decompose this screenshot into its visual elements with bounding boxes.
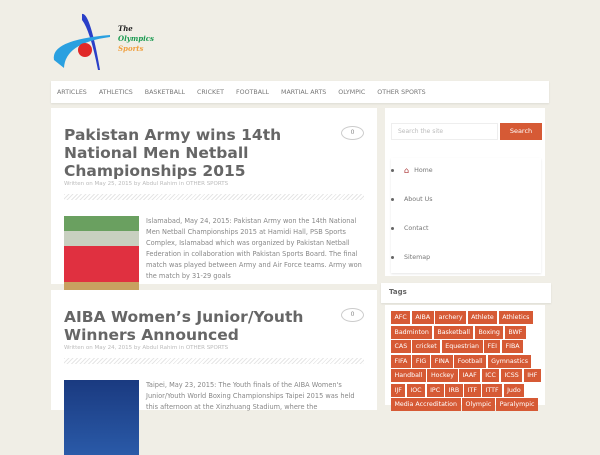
post-card: AIBA Women’s Junior/Youth Winners Announ… bbox=[51, 290, 377, 455]
tag-link[interactable]: Athletics bbox=[498, 311, 533, 324]
comment-count-bubble[interactable]: 0 bbox=[341, 126, 364, 140]
page-links: ⌂ Home About Us Contact Sitemap bbox=[391, 158, 541, 273]
tag-link[interactable]: ICSS bbox=[500, 369, 523, 382]
tag-link[interactable]: Judo bbox=[503, 383, 525, 397]
logo-text: The Olympics Sports bbox=[118, 24, 154, 53]
post-meta: Written on May 24, 2015 by Abdul Rahim i… bbox=[64, 345, 229, 351]
bullet bbox=[391, 198, 394, 201]
post-meta: Written on May 25, 2015 by Abdul Rahim i… bbox=[64, 181, 229, 187]
post-thumbnail[interactable] bbox=[64, 216, 139, 291]
nav-cricket[interactable]: CRICKET bbox=[197, 89, 224, 96]
tag-link[interactable]: IRB bbox=[445, 383, 463, 397]
tag-link[interactable]: IOC bbox=[406, 383, 426, 397]
site-logo[interactable]: The Olympics Sports bbox=[50, 10, 190, 70]
tag-link[interactable]: Badminton bbox=[391, 325, 433, 339]
search-input[interactable]: Search the site bbox=[391, 123, 498, 140]
tag-link[interactable]: Basketball bbox=[433, 325, 474, 339]
tag-link[interactable]: Football bbox=[454, 354, 487, 368]
bullet bbox=[391, 169, 394, 172]
tag-link[interactable]: BWF bbox=[504, 325, 526, 339]
tag-link[interactable]: archery bbox=[435, 311, 467, 324]
tags-heading: Tags bbox=[381, 283, 551, 303]
nav-olympic[interactable]: OLYMPIC bbox=[338, 89, 365, 96]
tag-link[interactable]: AFC bbox=[391, 311, 411, 324]
sidebar: Search the site Search ⌂ Home About Us Co… bbox=[385, 108, 545, 276]
nav-other-sports[interactable]: OTHER SPORTS bbox=[377, 89, 425, 96]
comment-count-bubble[interactable]: 0 bbox=[341, 308, 364, 322]
tag-link[interactable]: FINA bbox=[431, 354, 453, 368]
nav-basketball[interactable]: BASKETBALL bbox=[145, 89, 185, 96]
bullet bbox=[391, 256, 394, 259]
tag-link[interactable]: cricket bbox=[412, 340, 441, 353]
link-home[interactable]: Home bbox=[414, 167, 433, 174]
tag-link[interactable]: Gymnastics bbox=[487, 354, 532, 368]
tag-link[interactable]: FIFA bbox=[391, 354, 411, 368]
tag-link[interactable]: Athlete bbox=[467, 311, 498, 324]
tag-link[interactable]: Hockey bbox=[427, 369, 458, 382]
post-thumbnail[interactable] bbox=[64, 380, 139, 455]
post-excerpt: Islamabad, May 24, 2015: Pakistan Army w… bbox=[146, 217, 362, 280]
tag-link[interactable]: IHF bbox=[523, 369, 541, 382]
tag-link[interactable]: IAAF bbox=[459, 369, 481, 382]
tag-link[interactable]: FEI bbox=[484, 340, 501, 353]
tag-link[interactable]: IPC bbox=[426, 383, 444, 397]
tag-link[interactable]: ICC bbox=[481, 369, 500, 382]
divider bbox=[64, 358, 364, 364]
post-card: Pakistan Army wins 14th National Men Net… bbox=[51, 108, 377, 291]
main-nav: ARTICLES ATHLETICS BASKETBALL CRICKET FO… bbox=[51, 81, 549, 103]
link-contact[interactable]: Contact bbox=[404, 225, 429, 232]
tag-cloud: AFC AIBA archery Athlete Athletics Badminton B… bbox=[385, 305, 545, 411]
link-sitemap[interactable]: Sitemap bbox=[404, 254, 430, 261]
home-icon: ⌂ bbox=[404, 166, 410, 175]
tag-link[interactable]: ITF bbox=[464, 383, 481, 397]
nav-martial-arts[interactable]: MARTIAL ARTS bbox=[281, 89, 326, 96]
post-title[interactable]: Pakistan Army wins 14th National Men Net… bbox=[64, 126, 324, 180]
post-title[interactable]: AIBA Women’s Junior/Youth Winners Announ… bbox=[64, 308, 324, 344]
divider bbox=[64, 194, 364, 200]
logo-graphic bbox=[53, 13, 110, 70]
bullet bbox=[391, 227, 394, 230]
nav-articles[interactable]: ARTICLES bbox=[57, 89, 87, 96]
tag-link[interactable]: FIG bbox=[412, 354, 430, 368]
link-about-us[interactable]: About Us bbox=[404, 196, 433, 203]
nav-football[interactable]: FOOTBALL bbox=[236, 89, 269, 96]
tag-link[interactable]: ITTF bbox=[482, 383, 503, 397]
search-button[interactable]: Search bbox=[500, 123, 542, 140]
tag-link[interactable]: IJF bbox=[391, 383, 406, 397]
tag-link[interactable]: Boxing bbox=[474, 325, 504, 339]
tag-link[interactable]: Equestrian bbox=[441, 340, 483, 353]
tag-link[interactable]: FIBA bbox=[501, 340, 524, 353]
post-excerpt: Taipei, May 23, 2015: The Youth finals o… bbox=[146, 381, 355, 411]
tag-link[interactable]: AIBA bbox=[411, 311, 434, 324]
nav-athletics[interactable]: ATHLETICS bbox=[99, 89, 133, 96]
tag-link[interactable]: Handball bbox=[391, 369, 426, 382]
tag-link[interactable]: CAS bbox=[391, 340, 411, 353]
